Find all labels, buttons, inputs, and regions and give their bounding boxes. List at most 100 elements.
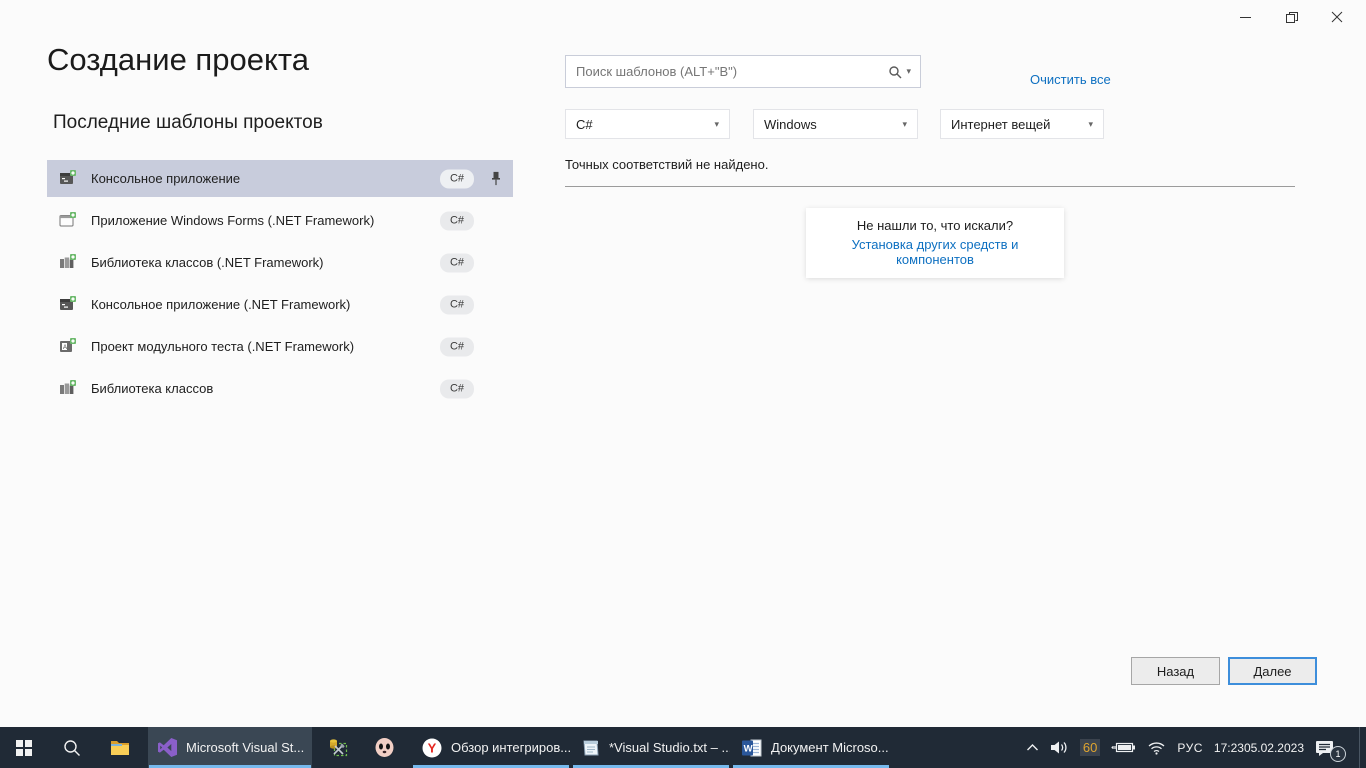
class-library-icon — [59, 254, 76, 271]
taskbar-isaac-game-button[interactable] — [361, 727, 408, 768]
minimize-button[interactable] — [1222, 0, 1268, 34]
unit-test-icon: A — [59, 338, 76, 355]
recent-template-list: Консольное приложение C# Приложение Wind… — [47, 160, 513, 412]
results-divider — [565, 186, 1295, 187]
taskbar-game-editor-button[interactable] — [314, 727, 361, 768]
class-library-icon — [59, 380, 76, 397]
chevron-down-icon: ▾ — [714, 120, 719, 129]
tools-icon — [328, 738, 348, 758]
template-unit-test-netfx[interactable]: A Проект модульного теста (.NET Framewor… — [47, 328, 513, 365]
search-icon — [63, 739, 81, 757]
task-label: Обзор интегриров... — [451, 740, 570, 755]
no-matches-status: Точных соответствий не найдено. — [565, 157, 768, 172]
language-indicator[interactable]: РУС — [1177, 741, 1203, 755]
project-type-filter-dropdown[interactable]: Интернет вещей ▾ — [940, 109, 1104, 139]
language-filter-value: C# — [576, 117, 593, 132]
close-button[interactable] — [1314, 0, 1360, 34]
system-tray: 60 РУС 17:23 05.02.2023 — [1026, 727, 1366, 768]
task-label: Документ Microso... — [771, 740, 889, 755]
clock[interactable]: 17:23 05.02.2023 — [1214, 741, 1304, 755]
template-class-library[interactable]: Библиотека классов C# — [47, 370, 513, 407]
task-label: Microsoft Visual St... — [186, 740, 304, 755]
console-app-icon — [59, 170, 76, 187]
start-button[interactable] — [0, 727, 48, 768]
svg-text:Y: Y — [428, 740, 437, 755]
console-app-icon — [59, 296, 76, 313]
language-badge: C# — [440, 169, 474, 188]
battery-percent-indicator[interactable]: 60 — [1080, 739, 1100, 756]
minimize-icon — [1240, 12, 1251, 23]
platform-filter-value: Windows — [764, 117, 817, 132]
taskbar-task-word[interactable]: W Документ Microso... — [732, 727, 890, 768]
template-name: Библиотека классов — [91, 381, 213, 396]
restore-button[interactable] — [1268, 0, 1314, 34]
winforms-app-icon — [59, 212, 76, 229]
taskbar-search-button[interactable] — [48, 727, 96, 768]
battery-button[interactable] — [1111, 741, 1136, 754]
network-button[interactable] — [1147, 741, 1166, 755]
file-explorer-button[interactable] — [96, 727, 144, 768]
svg-text:W: W — [744, 743, 753, 754]
template-name: Консольное приложение — [91, 171, 240, 186]
template-console-app[interactable]: Консольное приложение C# — [47, 160, 513, 197]
taskbar: Microsoft Visual St... — [0, 727, 1366, 768]
template-class-library-netfx[interactable]: Библиотека классов (.NET Framework) C# — [47, 244, 513, 281]
platform-filter-dropdown[interactable]: Windows ▾ — [753, 109, 918, 139]
taskbar-task-yandex-browser[interactable]: Y Обзор интегриров... — [412, 727, 570, 768]
chevron-up-icon — [1026, 743, 1039, 752]
pin-icon[interactable] — [489, 171, 503, 186]
show-desktop-button[interactable] — [1359, 727, 1364, 768]
language-badge: C# — [440, 379, 474, 398]
restore-icon — [1285, 11, 1298, 24]
language-badge: C# — [440, 211, 474, 230]
not-found-info-box: Не нашли то, что искали? Установка други… — [806, 208, 1064, 278]
yandex-browser-icon: Y — [422, 738, 442, 758]
volume-button[interactable] — [1050, 740, 1069, 755]
project-type-filter-value: Интернет вещей — [951, 117, 1050, 132]
tray-chevron-button[interactable] — [1026, 743, 1039, 752]
chevron-down-icon: ▾ — [902, 120, 907, 129]
template-winforms-app[interactable]: Приложение Windows Forms (.NET Framework… — [47, 202, 513, 239]
language-filter-dropdown[interactable]: C# ▾ — [565, 109, 730, 139]
task-label: *Visual Studio.txt – ... — [609, 740, 730, 755]
chevron-down-icon: ▾ — [1088, 120, 1093, 129]
notepad-icon — [582, 738, 600, 758]
tray-time: 17:23 — [1214, 741, 1244, 755]
language-badge: C# — [440, 253, 474, 272]
search-button[interactable]: ▾ — [888, 65, 920, 79]
svg-text:A: A — [63, 345, 67, 351]
visual-studio-icon — [158, 738, 177, 757]
taskbar-task-notepad[interactable]: *Visual Studio.txt – ... — [572, 727, 730, 768]
install-components-link[interactable]: Установка других средств и компонентов — [814, 237, 1056, 267]
search-caret-icon: ▾ — [906, 67, 911, 76]
search-icon — [888, 65, 902, 79]
word-icon: W — [742, 739, 762, 757]
action-center-button[interactable]: 1 — [1315, 740, 1334, 756]
battery-charging-icon — [1111, 741, 1136, 754]
not-found-title: Не нашли то, что искали? — [814, 218, 1056, 233]
template-search-box: ▾ — [565, 55, 921, 88]
template-name: Приложение Windows Forms (.NET Framework… — [91, 213, 374, 228]
windows-logo-icon — [16, 740, 32, 756]
back-button[interactable]: Назад — [1131, 657, 1220, 685]
notification-count-badge: 1 — [1330, 746, 1346, 762]
create-project-dialog: Создание проекта Последние шаблоны проек… — [0, 0, 1366, 768]
template-console-app-netfx[interactable]: Консольное приложение (.NET Framework) C… — [47, 286, 513, 323]
next-button[interactable]: Далее — [1228, 657, 1317, 685]
isaac-face-icon — [374, 737, 395, 758]
language-badge: C# — [440, 295, 474, 314]
window-controls — [1222, 0, 1360, 34]
template-name: Библиотека классов (.NET Framework) — [91, 255, 324, 270]
template-name: Проект модульного теста (.NET Framework) — [91, 339, 354, 354]
search-input[interactable] — [566, 56, 888, 87]
speaker-icon — [1050, 740, 1069, 755]
template-name: Консольное приложение (.NET Framework) — [91, 297, 350, 312]
close-icon — [1331, 11, 1343, 23]
language-badge: C# — [440, 337, 474, 356]
page-title: Создание проекта — [47, 42, 309, 78]
recent-templates-heading: Последние шаблоны проектов — [53, 112, 323, 134]
file-explorer-icon — [110, 739, 130, 756]
clear-all-link[interactable]: Очистить все — [1030, 72, 1111, 87]
taskbar-task-visual-studio[interactable]: Microsoft Visual St... — [148, 727, 312, 768]
wifi-icon — [1147, 741, 1166, 755]
